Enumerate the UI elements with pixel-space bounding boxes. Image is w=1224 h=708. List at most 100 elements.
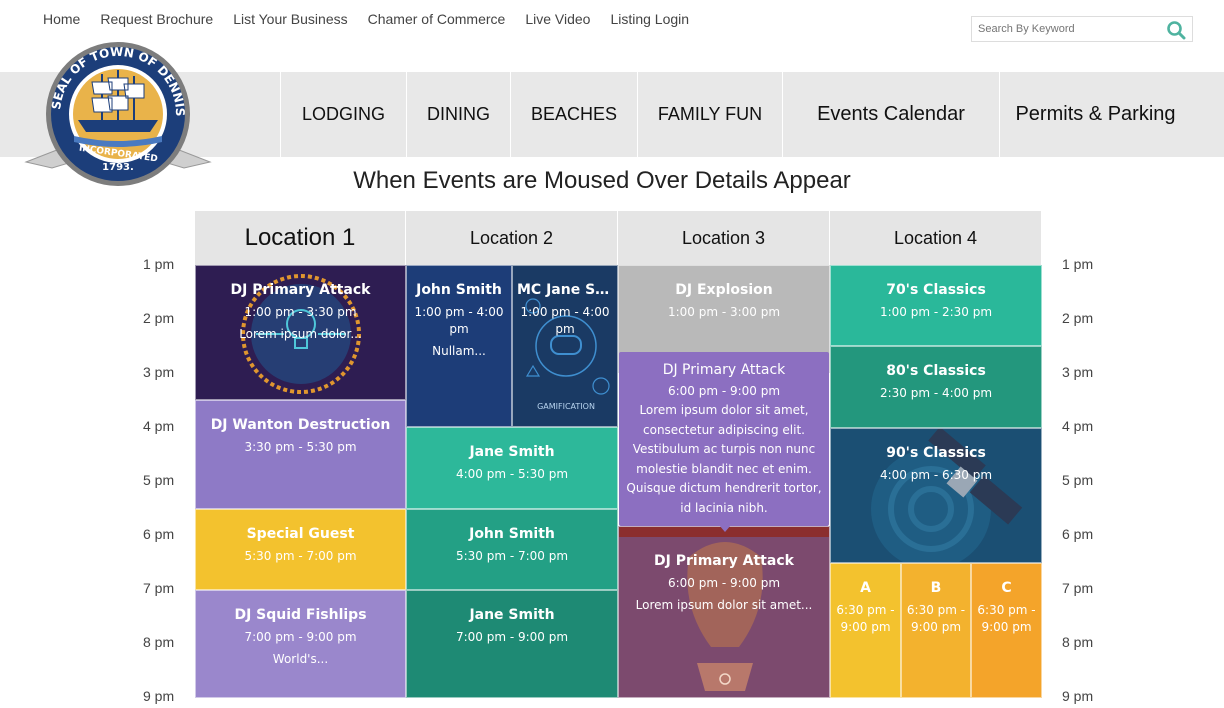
time-label-right: 2 pm <box>1062 310 1094 326</box>
time-label-right: 9 pm <box>1062 688 1094 704</box>
event-desc: Nullam... <box>432 344 486 358</box>
event-title: DJ Squid Fishlips <box>234 607 367 623</box>
event-b[interactable]: B 6:30 pm - 9:00 pm <box>901 563 971 698</box>
nav-dining[interactable]: DINING <box>406 72 510 157</box>
event-time: 2:30 pm - 4:00 pm <box>879 386 993 400</box>
event-desc: Lorem ipsum dolor sit amet... <box>635 598 813 612</box>
nav-events-calendar[interactable]: Events Calendar <box>782 72 999 157</box>
event-mc-jane-smith[interactable]: GAMIFICATION MC Jane Sm... 1:00 pm - 4:0… <box>512 265 618 427</box>
nav-beaches[interactable]: BEACHES <box>510 72 637 157</box>
event-a[interactable]: A 6:30 pm - 9:00 pm <box>830 563 901 698</box>
event-title: B <box>930 580 942 596</box>
time-label-left: 2 pm <box>143 310 175 326</box>
toplink-chamber[interactable]: Chamer of Commerce <box>368 11 506 27</box>
event-time: 6:30 pm - 9:00 pm <box>977 603 1036 634</box>
event-title: MC Jane Sm... <box>517 282 617 298</box>
event-john-smith-l2[interactable]: John Smith 1:00 pm - 4:00 pm Nullam... <box>406 265 512 427</box>
time-label-right: 7 pm <box>1062 580 1094 596</box>
event-dj-primary-attack-l1[interactable]: DJ Primary Attack 1:00 pm - 3:30 pm Lore… <box>195 265 406 400</box>
toplink-live-video[interactable]: Live Video <box>525 11 590 27</box>
event-title: DJ Primary Attack <box>654 553 794 569</box>
event-title: John Smith <box>469 526 555 542</box>
event-time: 4:00 pm - 6:30 pm <box>879 468 993 482</box>
nav-family-fun[interactable]: FAMILY FUN <box>637 72 782 157</box>
popup-desc: Lorem ipsum dolor sit amet, consectetur … <box>626 403 822 515</box>
event-time: 1:00 pm - 4:00 pm <box>520 305 610 336</box>
event-title: Jane Smith <box>469 444 555 460</box>
time-label-right: 1 pm <box>1062 256 1094 272</box>
popup-title: DJ Primary Attack <box>662 362 786 378</box>
page-title: When Events are Moused Over Details Appe… <box>353 167 851 194</box>
time-label-right: 4 pm <box>1062 418 1094 434</box>
time-label-right: 5 pm <box>1062 472 1094 488</box>
location-4-header: Location 4 <box>830 211 1042 265</box>
time-label-right: 3 pm <box>1062 364 1094 380</box>
event-desc: Lorem ipsum dolor... <box>239 327 362 341</box>
event-c[interactable]: C 6:30 pm - 9:00 pm <box>971 563 1042 698</box>
time-label-left: 8 pm <box>143 634 175 650</box>
event-title: 70's Classics <box>886 282 986 298</box>
time-label-left: 5 pm <box>143 472 175 488</box>
event-title: DJ Primary Attack <box>230 282 371 298</box>
event-time: 6:30 pm - 9:00 pm <box>906 603 966 634</box>
event-time: 6:30 pm - 9:00 pm <box>836 603 895 634</box>
event-time: 7:00 pm - 9:00 pm <box>244 630 357 644</box>
event-title: Jane Smith <box>469 607 555 623</box>
event-90s-classics[interactable]: 90's Classics 4:00 pm - 6:30 pm <box>830 428 1042 563</box>
search-box <box>971 16 1193 42</box>
event-title: DJ Wanton Destruction <box>210 417 391 433</box>
event-special-guest[interactable]: Special Guest 5:30 pm - 7:00 pm <box>195 509 406 590</box>
popup-caret <box>719 525 731 532</box>
time-label-left: 7 pm <box>143 580 175 596</box>
event-80s-classics[interactable]: 80's Classics 2:30 pm - 4:00 pm <box>830 346 1042 428</box>
event-time: 1:00 pm - 2:30 pm <box>879 305 993 319</box>
event-title: C <box>1001 580 1012 596</box>
event-time: 6:00 pm - 9:00 pm <box>667 576 781 590</box>
event-details-popup: DJ Primary Attack 6:00 pm - 9:00 pm Lore… <box>619 352 829 526</box>
popup-time: 6:00 pm - 9:00 pm <box>667 384 781 398</box>
time-label-left: 1 pm <box>143 256 175 272</box>
event-title: 80's Classics <box>886 363 986 379</box>
top-links: Home Request Brochure List Your Business… <box>43 11 689 27</box>
search-icon[interactable] <box>1166 20 1186 40</box>
event-title: A <box>860 580 871 596</box>
toplink-home[interactable]: Home <box>43 11 80 27</box>
time-label-left: 9 pm <box>143 688 175 704</box>
event-title: 90's Classics <box>886 445 986 461</box>
event-jane-smith-l2-b[interactable]: Jane Smith 7:00 pm - 9:00 pm <box>406 590 618 698</box>
town-seal-logo[interactable]: SEAL OF TOWN OF DENNIS, MASS INCORPORATE… <box>22 36 214 186</box>
event-john-smith-l2-b[interactable]: John Smith 5:30 pm - 7:00 pm <box>406 509 618 590</box>
time-label-right: 6 pm <box>1062 526 1094 542</box>
location-1-header: Location 1 <box>195 211 406 265</box>
event-time: 1:00 pm - 3:30 pm <box>244 305 357 319</box>
event-title: Special Guest <box>246 526 355 542</box>
event-time: 1:00 pm - 4:00 pm <box>414 305 504 336</box>
event-dj-primary-attack-l3[interactable]: DJ Primary Attack 6:00 pm - 9:00 pm Lore… <box>618 526 830 698</box>
time-label-right: 8 pm <box>1062 634 1094 650</box>
toplink-request-brochure[interactable]: Request Brochure <box>100 11 213 27</box>
nav-lodging[interactable]: LODGING <box>280 72 406 157</box>
event-time: 7:00 pm - 9:00 pm <box>455 630 569 644</box>
event-time: 5:30 pm - 7:00 pm <box>244 549 357 563</box>
location-2-header: Location 2 <box>406 211 618 265</box>
nav-permits-parking[interactable]: Permits & Parking <box>999 72 1191 157</box>
event-jane-smith-l2-a[interactable]: Jane Smith 4:00 pm - 5:30 pm <box>406 427 618 509</box>
search-input[interactable] <box>972 17 1152 41</box>
event-title: DJ Explosion <box>675 282 773 298</box>
event-time: 3:30 pm - 5:30 pm <box>244 440 357 454</box>
event-title: John Smith <box>416 282 502 298</box>
time-label-left: 6 pm <box>143 526 175 542</box>
event-dj-squid-fishlips[interactable]: DJ Squid Fishlips 7:00 pm - 9:00 pm Worl… <box>195 590 406 698</box>
gamification-label: GAMIFICATION <box>537 402 595 411</box>
toplink-list-business[interactable]: List Your Business <box>233 11 347 27</box>
event-dj-wanton-destruction[interactable]: DJ Wanton Destruction 3:30 pm - 5:30 pm <box>195 400 406 509</box>
event-desc: World's... <box>272 652 329 666</box>
event-time: 4:00 pm - 5:30 pm <box>455 467 569 481</box>
time-label-left: 4 pm <box>143 418 175 434</box>
toplink-listing-login[interactable]: Listing Login <box>610 11 689 27</box>
event-time: 5:30 pm - 7:00 pm <box>455 549 569 563</box>
location-3-header: Location 3 <box>618 211 830 265</box>
event-time: 1:00 pm - 3:00 pm <box>667 305 781 319</box>
event-70s-classics[interactable]: 70's Classics 1:00 pm - 2:30 pm <box>830 265 1042 346</box>
time-label-left: 3 pm <box>143 364 175 380</box>
